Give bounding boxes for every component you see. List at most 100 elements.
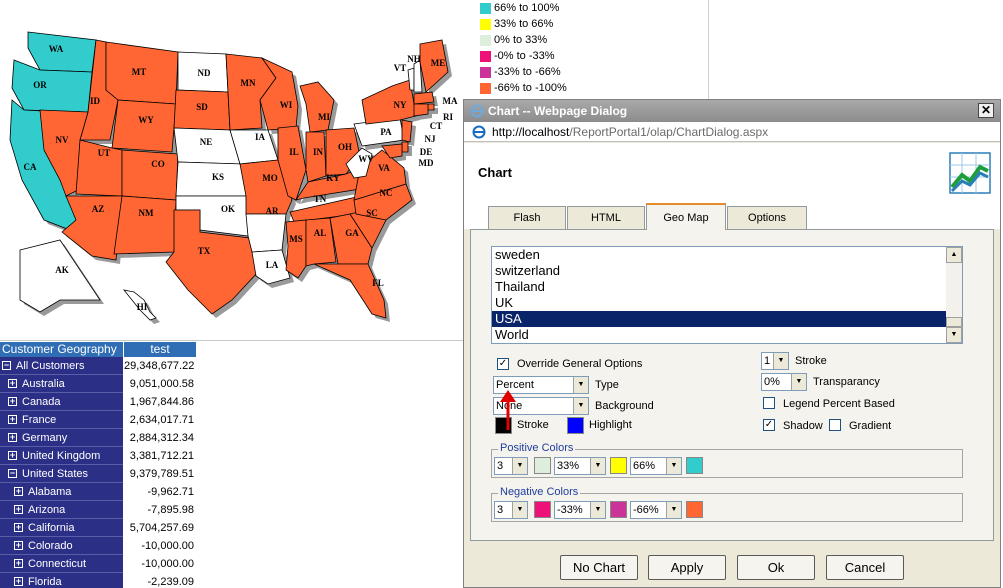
positive-color-2-swatch[interactable] — [610, 457, 627, 474]
expand-icon[interactable]: + — [8, 397, 17, 406]
list-item[interactable]: UK — [492, 295, 947, 311]
negative-color-3-swatch[interactable] — [686, 501, 703, 518]
negative-mid1-select[interactable]: -33% ▼ — [554, 501, 606, 519]
legend-percent-checkbox[interactable] — [763, 397, 775, 409]
positive-color-3-swatch[interactable] — [686, 457, 703, 474]
gradient-checkbox[interactable] — [829, 419, 841, 431]
state-ar[interactable] — [245, 213, 287, 253]
chevron-down-icon[interactable]: ▼ — [666, 502, 681, 518]
pivot-col-test[interactable]: test — [124, 342, 196, 357]
negative-color-1-swatch[interactable] — [534, 501, 551, 518]
chevron-down-icon[interactable]: ▼ — [666, 458, 681, 474]
state-in[interactable] — [305, 131, 327, 183]
positive-mid1-select[interactable]: 33% ▼ — [554, 457, 606, 475]
expand-icon[interactable]: + — [14, 577, 23, 586]
scroll-thumb[interactable] — [946, 317, 962, 327]
expand-icon[interactable]: + — [14, 487, 23, 496]
override-checkbox[interactable]: ✓ — [497, 358, 509, 370]
no-chart-button[interactable]: No Chart — [560, 555, 638, 580]
apply-button[interactable]: Apply — [648, 555, 726, 580]
positive-mid2-select[interactable]: 66% ▼ — [630, 457, 682, 475]
chevron-down-icon[interactable]: ▼ — [573, 398, 588, 414]
stroke-width-select[interactable]: 1 ▼ — [761, 352, 789, 370]
chevron-down-icon[interactable]: ▼ — [512, 502, 527, 518]
list-item[interactable]: USA — [492, 311, 947, 327]
pivot-member[interactable]: + United Kingdom — [0, 447, 123, 465]
highlight-color-swatch[interactable] — [567, 417, 584, 434]
chevron-down-icon[interactable]: ▼ — [590, 458, 605, 474]
shadow-checkbox[interactable]: ✓ — [763, 419, 775, 431]
chevron-down-icon[interactable]: ▼ — [791, 374, 806, 390]
expand-icon[interactable]: + — [8, 433, 17, 442]
pivot-member[interactable]: + Florida — [0, 573, 123, 588]
pivot-value: 9,379,789.51 — [129, 468, 194, 480]
pivot-member[interactable]: + Alabama — [0, 483, 123, 501]
scroll-up-icon[interactable]: ▲ — [946, 247, 962, 263]
tab-options[interactable]: Options — [727, 206, 807, 229]
pivot-member[interactable]: + California — [0, 519, 123, 537]
chevron-down-icon[interactable]: ▼ — [512, 458, 527, 474]
pivot-member[interactable]: + Connecticut — [0, 555, 123, 573]
table-row: − United States 9,379,789.51 — [0, 465, 200, 483]
pivot-member[interactable]: − All Customers — [0, 357, 123, 375]
negative-color-2-swatch[interactable] — [610, 501, 627, 518]
state-de[interactable] — [401, 141, 409, 153]
state-nj[interactable] — [401, 119, 413, 143]
expand-icon[interactable]: + — [14, 541, 23, 550]
tab-html[interactable]: HTML — [567, 206, 645, 229]
transparency-select[interactable]: 0% ▼ — [761, 373, 807, 391]
expand-icon[interactable]: + — [14, 505, 23, 514]
state-co[interactable] — [121, 149, 179, 201]
chevron-down-icon[interactable]: ▼ — [573, 377, 588, 393]
pivot-col-geography[interactable]: Customer Geography — [0, 342, 123, 357]
positive-count-select[interactable]: 3 ▼ — [494, 457, 528, 475]
pivot-member[interactable]: + Germany — [0, 429, 123, 447]
scroll-down-icon[interactable]: ▼ — [946, 327, 962, 343]
us-map-svg: WA OR CA ID NV MT WY UT AZ CO NM ND SD NE KS OK TX MN IA MO… — [9, 31, 458, 324]
pivot-member[interactable]: − United States — [0, 465, 123, 483]
dialog-titlebar[interactable]: Chart -- Webpage Dialog ✕ — [464, 100, 1000, 122]
expand-icon[interactable]: + — [8, 379, 17, 388]
chevron-down-icon[interactable]: ▼ — [590, 502, 605, 518]
pivot-member[interactable]: + Australia — [0, 375, 123, 393]
list-item[interactable]: Thailand — [492, 279, 947, 295]
expand-icon[interactable]: + — [8, 415, 17, 424]
pivot-member[interactable]: + France — [0, 411, 123, 429]
state-fl[interactable] — [313, 263, 387, 319]
close-icon[interactable]: ✕ — [978, 103, 994, 118]
chevron-down-icon[interactable]: ▼ — [773, 353, 788, 369]
state-ri[interactable] — [427, 103, 435, 111]
tab-flash[interactable]: Flash — [488, 206, 566, 229]
cancel-button[interactable]: Cancel — [826, 555, 904, 580]
pivot-member[interactable]: + Colorado — [0, 537, 123, 555]
negative-mid1-value: -33% — [557, 504, 583, 516]
list-item[interactable]: sweden — [492, 247, 947, 263]
expand-icon[interactable]: + — [14, 559, 23, 568]
legend-label: 33% to 66% — [494, 18, 554, 30]
pivot-member[interactable]: + Canada — [0, 393, 123, 411]
expand-icon[interactable]: + — [8, 451, 17, 460]
collapse-icon[interactable]: − — [2, 361, 11, 370]
pivot-member[interactable]: + Arizona — [0, 501, 123, 519]
list-item[interactable]: World — [492, 327, 947, 343]
state-mi[interactable] — [299, 81, 335, 133]
list-item[interactable]: switzerland — [492, 263, 947, 279]
collapse-icon[interactable]: − — [8, 469, 17, 478]
state-wy[interactable] — [111, 99, 177, 153]
map-legend: 66% to 100% 33% to 66% 0% to 33% -0% to -33… — [478, 0, 718, 100]
geo-map-panel: sweden switzerland Thailand UK USA World ▲ ▼ … — [470, 229, 994, 541]
ok-button[interactable]: Ok — [737, 555, 815, 580]
legend-swatch — [480, 2, 491, 14]
state-nm[interactable] — [113, 195, 177, 255]
state-ct[interactable] — [413, 103, 429, 117]
expand-icon[interactable]: + — [14, 523, 23, 532]
state-ny[interactable] — [361, 79, 417, 125]
state-ma[interactable] — [413, 91, 435, 105]
map-listbox[interactable]: sweden switzerland Thailand UK USA World ▲ ▼ — [491, 246, 963, 344]
negative-mid2-select[interactable]: -66% ▼ — [630, 501, 682, 519]
state-ms[interactable] — [285, 219, 307, 279]
listbox-scrollbar[interactable]: ▲ ▼ — [946, 247, 962, 343]
positive-color-1-swatch[interactable] — [534, 457, 551, 474]
negative-count-select[interactable]: 3 ▼ — [494, 501, 528, 519]
tab-geo-map[interactable]: Geo Map — [646, 203, 726, 230]
